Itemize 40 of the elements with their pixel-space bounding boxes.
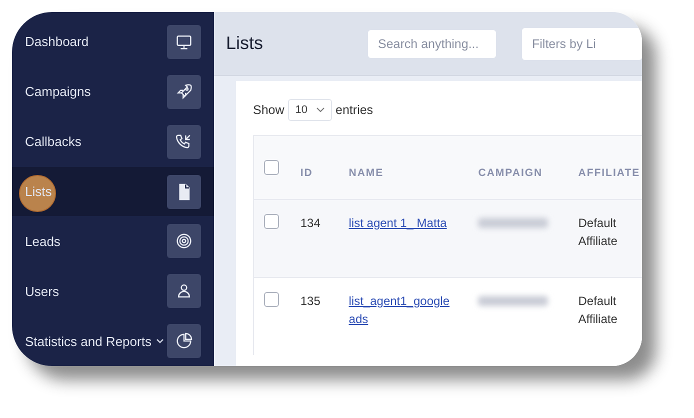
id-cell: 135 <box>300 294 320 308</box>
row-checkbox[interactable] <box>264 214 279 229</box>
sidebar-label: Statistics and Reports <box>25 334 152 349</box>
click-highlight <box>19 174 56 212</box>
sidebar-label: Lists <box>25 184 52 199</box>
list-name-link[interactable]: list agent 1_ Matta <box>348 214 447 232</box>
sidebar-item[interactable]: Statistics and Reports <box>12 316 214 366</box>
filter-field[interactable]: Filters by Li <box>522 28 642 60</box>
search-field[interactable]: Search anything... <box>368 30 496 58</box>
sidebar-item[interactable]: Users <box>12 266 214 316</box>
select-all-checkbox[interactable] <box>264 160 279 175</box>
row-checkbox[interactable] <box>264 292 279 307</box>
phone-callback-icon[interactable] <box>167 124 201 159</box>
sidebar-item[interactable]: Dashboard <box>12 17 214 67</box>
sidebar-label: Campaigns <box>25 84 91 100</box>
sidebar-item[interactable]: Callbacks <box>12 116 214 167</box>
chevron-down-icon[interactable] <box>156 338 164 344</box>
rocket-icon[interactable] <box>167 74 201 109</box>
monitor-icon[interactable] <box>167 24 201 59</box>
sidebar-item[interactable]: Campaigns <box>12 66 214 117</box>
sidebar-label: Leads <box>25 234 60 249</box>
affiliate-cell-text: Default Affiliate <box>578 215 618 250</box>
chevron-down-icon <box>316 107 325 113</box>
show-label: Show <box>253 103 284 117</box>
sidebar-label: Users <box>25 284 59 299</box>
entries-label: entries <box>336 103 374 117</box>
list-name-link[interactable]: list_agent1_google ads <box>348 292 461 328</box>
page-title: Lists <box>226 33 264 54</box>
sidebar-item[interactable]: Leads <box>12 216 214 266</box>
sidebar-label: Callbacks <box>25 134 82 150</box>
id-cell: 134 <box>300 216 320 230</box>
file-icon[interactable] <box>167 174 201 208</box>
target-icon[interactable] <box>167 224 201 258</box>
user-icon[interactable] <box>167 274 201 308</box>
pie-chart-icon[interactable] <box>167 324 201 358</box>
affiliate-cell-text: Default Affiliate <box>578 293 618 328</box>
sidebar-label: Dashboard <box>25 34 89 50</box>
blurred-text <box>478 218 548 228</box>
entries-dropdown[interactable]: 10 <box>288 99 332 121</box>
blurred-text <box>478 296 548 306</box>
